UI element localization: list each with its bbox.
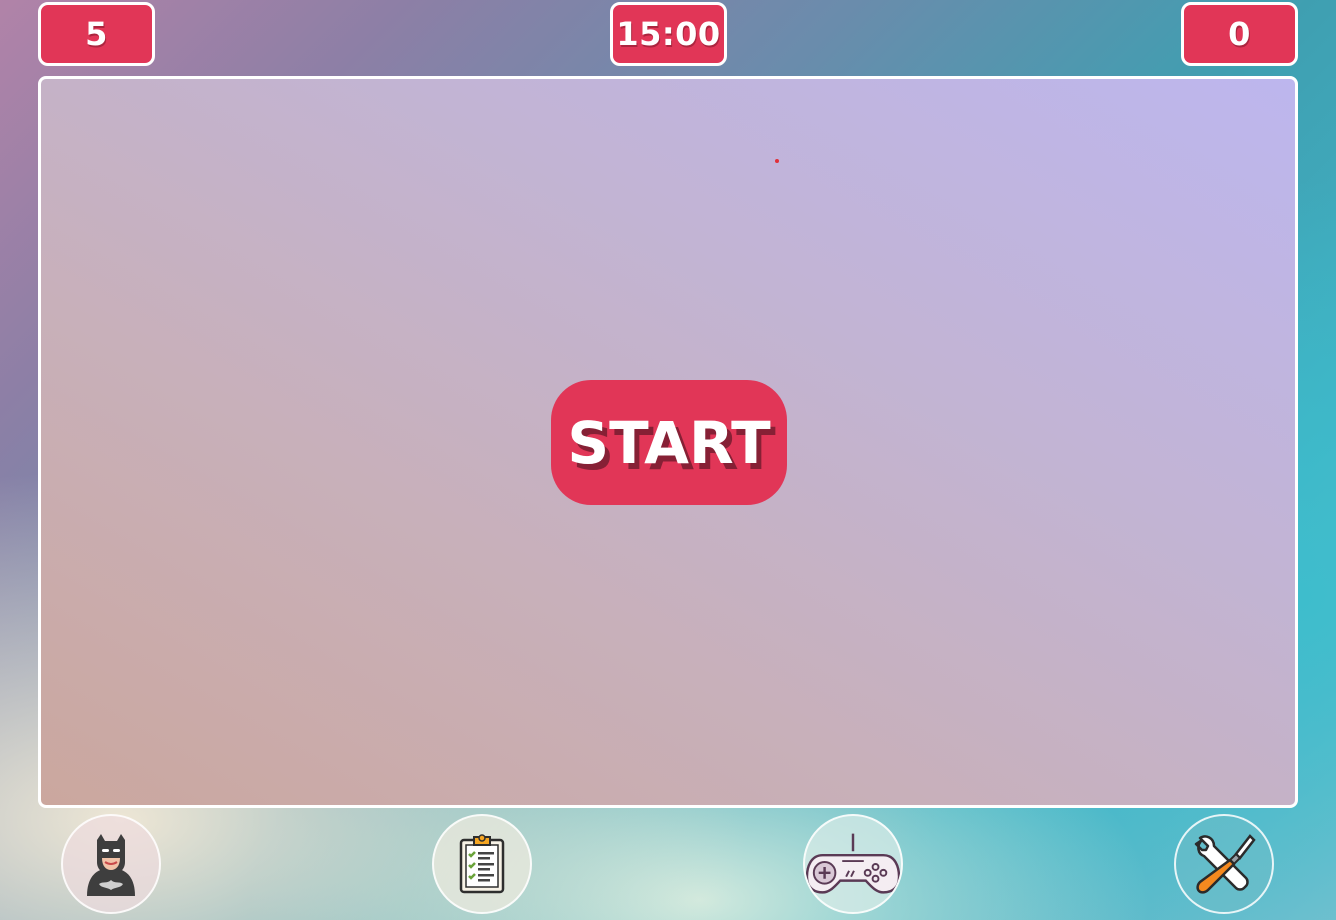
- clipboard-checklist-icon: [459, 834, 505, 894]
- target-dot[interactable]: [775, 159, 779, 163]
- settings-button[interactable]: [1174, 814, 1274, 914]
- profile-button[interactable]: [61, 814, 161, 914]
- batman-avatar-icon: [87, 834, 135, 896]
- games-button[interactable]: [803, 814, 903, 914]
- game-arena[interactable]: START: [38, 76, 1298, 808]
- lives-counter: 5: [38, 2, 155, 66]
- score-counter: 0: [1181, 2, 1298, 66]
- gamepad-icon: [805, 833, 901, 894]
- timer-display: 15:00: [610, 2, 727, 66]
- tools-icon: [1194, 834, 1256, 894]
- start-button[interactable]: START: [551, 380, 787, 505]
- tasks-button[interactable]: [432, 814, 532, 914]
